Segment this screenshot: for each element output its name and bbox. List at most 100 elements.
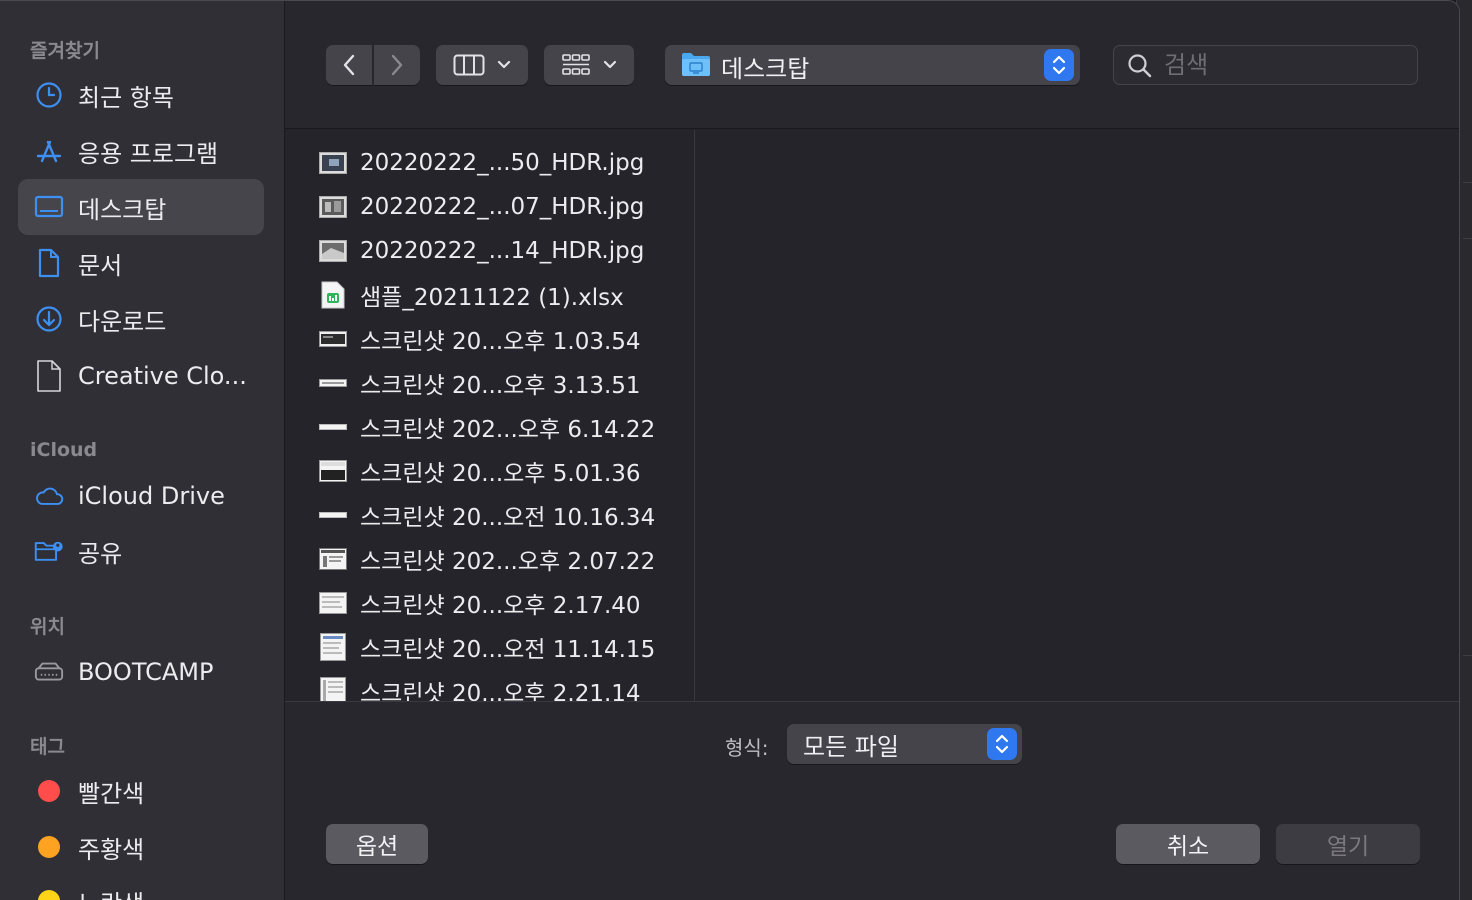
options-button[interactable]: 옵션 — [326, 824, 428, 864]
sidebar-item-label: iCloud Drive — [78, 482, 225, 510]
sidebar-item-label: 문서 — [78, 251, 123, 280]
up-down-chevron-icon — [995, 734, 1009, 754]
location-label: 데스크탑 — [721, 55, 810, 83]
search-icon — [1127, 53, 1153, 83]
sidebar-item-label: BOOTCAMP — [78, 658, 214, 686]
file-row[interactable]: 스크린샷 20...오전 10.16.34 — [285, 493, 694, 537]
locations-section-title: 위치 — [30, 616, 65, 638]
file-name: 스크린샷 20...오전 10.16.34 — [360, 505, 656, 531]
preview-area — [696, 130, 1459, 701]
sidebar-item-tag-red[interactable]: 빨간색 — [18, 763, 264, 819]
file-name: 스크린샷 20...오후 5.01.36 — [360, 461, 641, 487]
orange-tag-icon — [34, 832, 64, 862]
file-name: 스크린샷 20...오후 1.03.54 — [360, 329, 641, 355]
desktop-folder-icon — [681, 51, 711, 81]
spreadsheet-icon — [319, 281, 347, 309]
tags-section-title: 태그 — [30, 736, 65, 758]
icloud-section-title: iCloud — [30, 439, 98, 461]
image-thumb-icon — [319, 193, 347, 221]
sidebar-item-label: Creative Clo... — [78, 362, 247, 390]
forward-button[interactable] — [374, 45, 420, 85]
sidebar-item-label: 공유 — [78, 539, 123, 568]
chevron-down-icon — [603, 60, 617, 69]
location-popup[interactable]: 데스크탑 — [665, 45, 1080, 85]
sidebar-item-label: 데스크탑 — [78, 195, 167, 224]
download-icon — [34, 304, 64, 334]
document-icon — [34, 248, 64, 278]
file-row[interactable]: 스크린샷 20...오후 2.17.40 — [285, 581, 694, 625]
screenshot-thumb-icon — [319, 413, 347, 441]
grid-icon — [562, 54, 590, 75]
image-thumb-icon — [319, 237, 347, 265]
file-browser-column: 20220222_...50_HDR.jpg 20220222_...07_HD… — [285, 130, 695, 701]
sidebar-item-label: 노란색 — [78, 884, 144, 900]
file-icon — [34, 360, 64, 392]
drive-icon — [34, 657, 64, 687]
background-divider — [1463, 182, 1472, 183]
sidebar-item-label: 빨간색 — [78, 779, 145, 808]
format-label: 형식: — [725, 736, 769, 760]
screenshot-thumb-icon — [319, 457, 347, 485]
toolbar: 데스크탑 — [285, 1, 1459, 129]
cancel-button[interactable]: 취소 — [1116, 824, 1260, 864]
chevron-right-icon — [391, 54, 403, 76]
file-row[interactable]: 스크린샷 20...오후 5.01.36 — [285, 449, 694, 493]
sidebar-item-desktop[interactable]: 데스크탑 — [18, 179, 264, 235]
view-mode-button[interactable] — [436, 45, 528, 85]
file-name: 스크린샷 202...오후 2.07.22 — [360, 549, 656, 575]
open-file-dialog: 즐겨찾기 최근 항목 응용 프로그램 데스크탑 문서 다운로드 Creative… — [0, 0, 1460, 900]
background-divider — [1463, 655, 1472, 656]
screenshot-thumb-icon — [319, 589, 347, 617]
format-value: 모든 파일 — [803, 733, 899, 761]
sidebar-item-shared[interactable]: 공유 — [18, 523, 264, 579]
file-name: 샘플_20211122 (1).xlsx — [360, 285, 624, 311]
group-by-button[interactable] — [544, 45, 634, 85]
sidebar-item-tag-yellow[interactable]: 노란색 — [18, 873, 264, 900]
file-row[interactable]: 스크린샷 20...오후 3.13.51 — [285, 361, 694, 405]
location-stepper[interactable] — [1044, 49, 1074, 81]
sidebar-item-label: 다운로드 — [78, 307, 167, 336]
format-stepper[interactable] — [987, 728, 1017, 760]
file-row[interactable]: 스크린샷 20...오전 11.14.15 — [285, 625, 694, 669]
sidebar-item-tag-orange[interactable]: 주황색 — [18, 819, 264, 875]
favorites-section-title: 즐겨찾기 — [30, 40, 100, 62]
sidebar-item-creative-cloud[interactable]: Creative Clo... — [18, 348, 264, 404]
file-row[interactable]: 20220222_...07_HDR.jpg — [285, 185, 694, 229]
background-divider — [1463, 238, 1472, 239]
yellow-tag-icon — [34, 886, 64, 900]
file-row[interactable]: 샘플_20211122 (1).xlsx — [285, 273, 694, 317]
sidebar-item-documents[interactable]: 문서 — [18, 235, 264, 291]
bottom-bar: 형식: 모든 파일 옵션 취소 열기 — [285, 701, 1459, 900]
chevron-left-icon — [343, 54, 355, 76]
file-row[interactable]: 스크린샷 202...오후 2.07.22 — [285, 537, 694, 581]
file-name: 20220222_...14_HDR.jpg — [360, 238, 645, 264]
open-button[interactable]: 열기 — [1276, 824, 1420, 864]
clock-icon — [34, 80, 64, 110]
file-row[interactable]: 20220222_...14_HDR.jpg — [285, 229, 694, 273]
file-row[interactable]: 20220222_...50_HDR.jpg — [285, 141, 694, 185]
file-name: 스크린샷 202...오후 6.14.22 — [360, 417, 656, 443]
sidebar-item-recents[interactable]: 최근 항목 — [18, 67, 264, 123]
image-thumb-icon — [319, 149, 347, 177]
file-row[interactable]: 스크린샷 20...오후 2.21.14 — [285, 669, 694, 701]
search-input[interactable] — [1164, 50, 1404, 80]
file-row[interactable]: 스크린샷 20...오후 1.03.54 — [285, 317, 694, 361]
columns-view-icon — [453, 54, 485, 76]
shared-folder-icon — [34, 536, 64, 566]
sidebar-item-applications[interactable]: 응용 프로그램 — [18, 123, 264, 179]
search-field[interactable] — [1113, 45, 1418, 85]
sidebar-item-icloud-drive[interactable]: iCloud Drive — [18, 468, 264, 524]
format-popup[interactable]: 모든 파일 — [787, 724, 1022, 764]
screenshot-thumb-icon — [319, 633, 347, 661]
cloud-icon — [34, 481, 64, 511]
sidebar-item-downloads[interactable]: 다운로드 — [18, 291, 264, 347]
desktop-icon — [34, 192, 64, 222]
sidebar-item-bootcamp[interactable]: BOOTCAMP — [18, 644, 264, 700]
file-name: 20220222_...07_HDR.jpg — [360, 194, 645, 220]
back-button[interactable] — [326, 45, 372, 85]
screenshot-thumb-icon — [319, 545, 347, 573]
file-name: 스크린샷 20...오후 3.13.51 — [360, 373, 641, 399]
screenshot-thumb-icon — [319, 501, 347, 529]
file-row[interactable]: 스크린샷 202...오후 6.14.22 — [285, 405, 694, 449]
file-name: 스크린샷 20...오후 2.21.14 — [360, 681, 641, 701]
